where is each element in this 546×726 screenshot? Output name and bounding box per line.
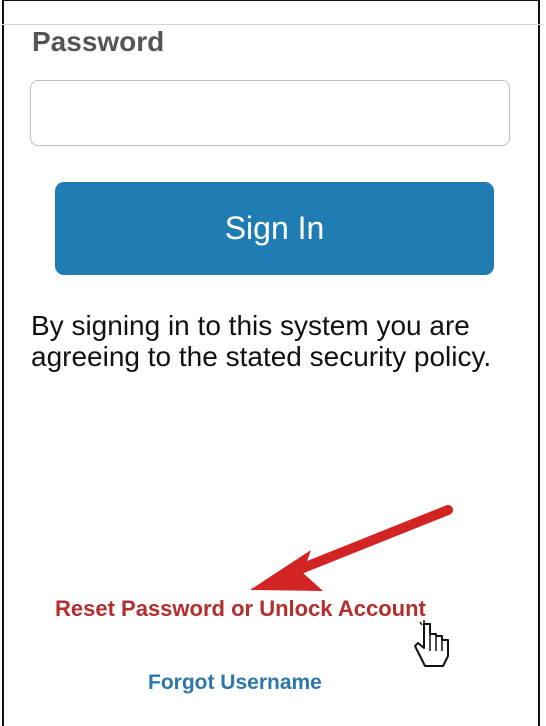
sign-in-button[interactable]: Sign In <box>55 182 494 275</box>
password-label: Password <box>32 26 165 57</box>
reset-password-link[interactable]: Reset Password or Unlock Account <box>55 596 426 622</box>
security-policy-text: By signing in to this system you are agr… <box>31 310 492 372</box>
divider <box>2 24 544 25</box>
forgot-username-link[interactable]: Forgot Username <box>148 671 322 695</box>
password-input[interactable] <box>30 80 510 146</box>
